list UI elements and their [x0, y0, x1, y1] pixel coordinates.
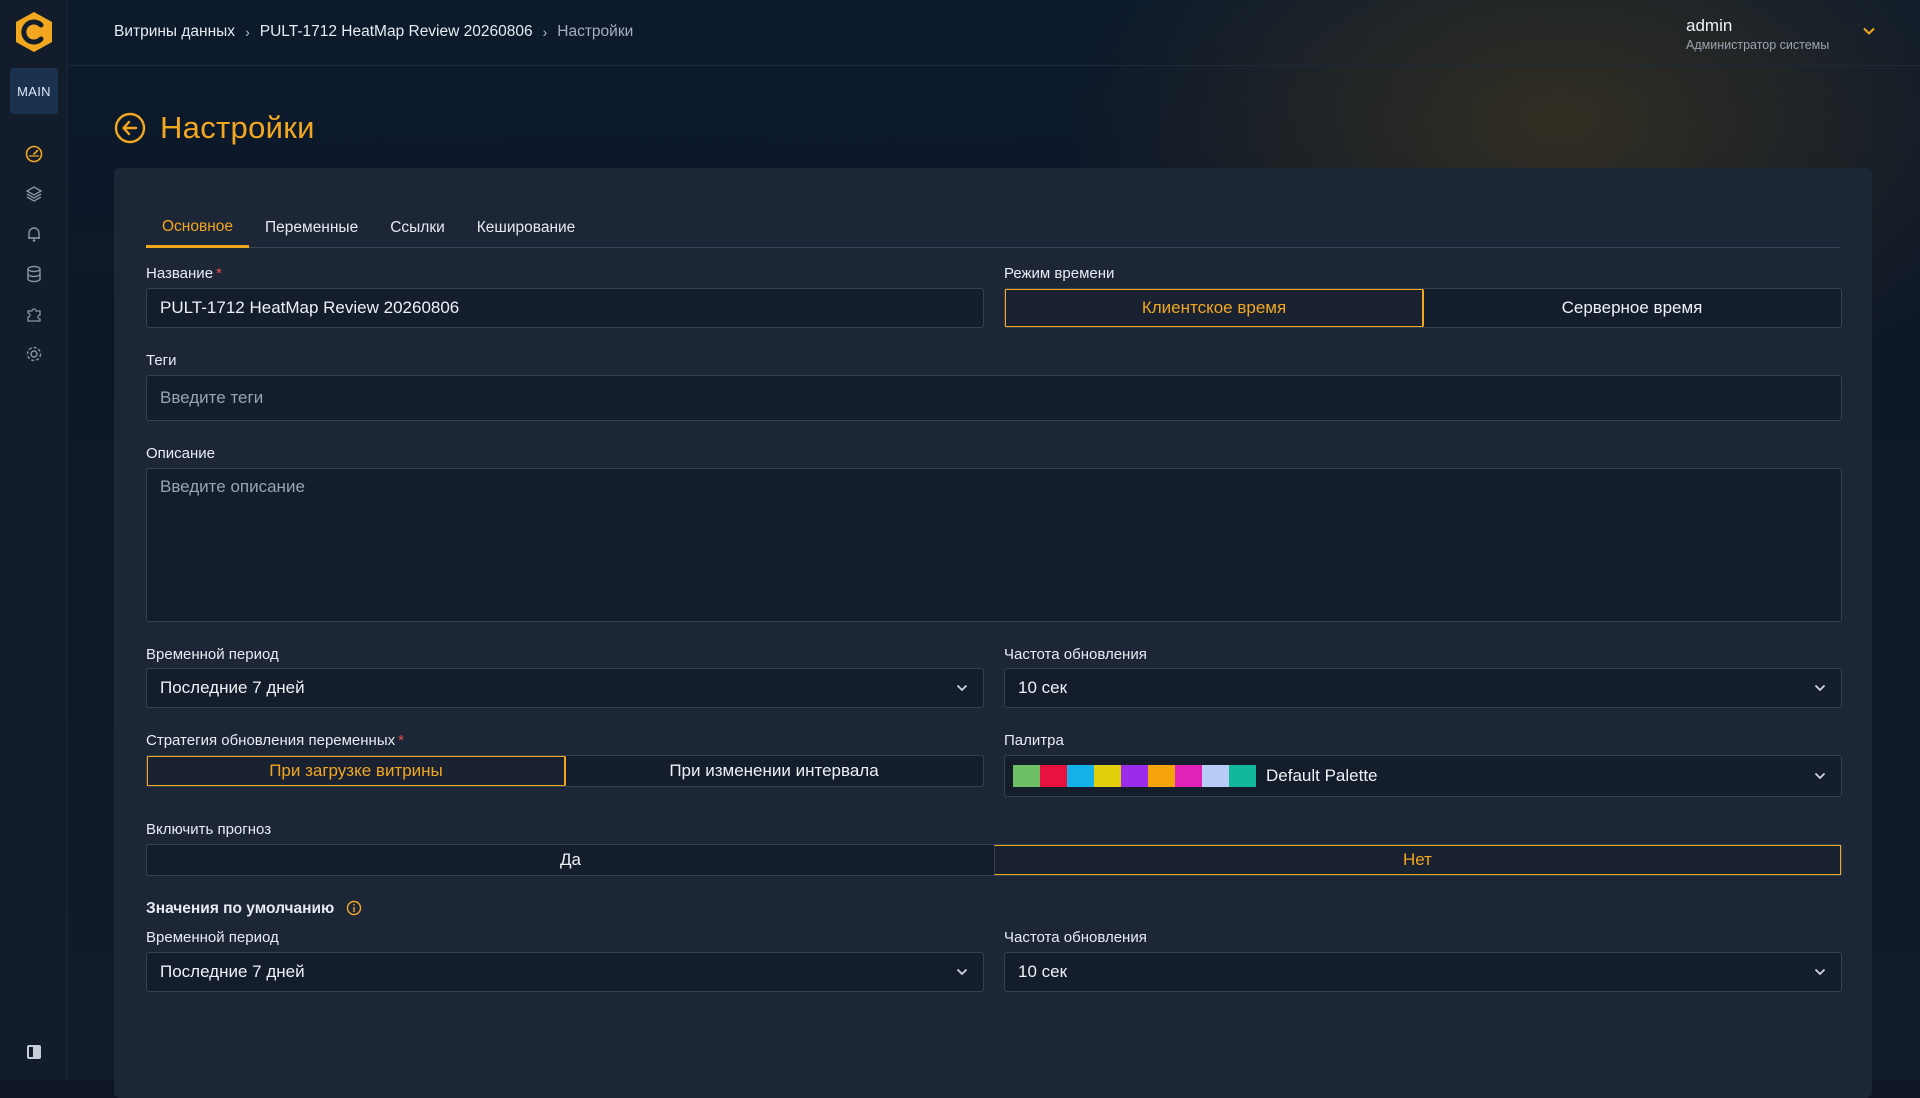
strategy-on-load[interactable]: При загрузке витрины: [147, 756, 565, 786]
app-logo[interactable]: [12, 10, 56, 54]
required-marker: *: [398, 732, 404, 749]
sidebar: MAIN: [0, 0, 68, 1080]
refresh-label: Частота обновления: [1004, 646, 1147, 663]
refresh-select-value: 10 сек: [1018, 678, 1068, 697]
forecast-no[interactable]: Нет: [994, 845, 1841, 875]
tab-links[interactable]: Ссылки: [374, 208, 461, 248]
bell-icon[interactable]: [22, 222, 46, 246]
breadcrumb-separator-icon: ›: [245, 24, 250, 40]
period-select-value: Последние 7 дней: [160, 678, 305, 697]
database-icon[interactable]: [22, 262, 46, 286]
chevron-down-icon: [1814, 968, 1826, 976]
defaults-heading: Значения по умолчанию: [146, 900, 335, 917]
period-label: Временной период: [146, 646, 279, 663]
time-mode-label: Режим времени: [1004, 265, 1115, 282]
palette-swatch: [1202, 765, 1229, 787]
description-label: Описание: [146, 445, 216, 462]
forecast-yes[interactable]: Да: [147, 845, 994, 875]
name-label: Название *: [146, 265, 222, 282]
palette-swatch: [1013, 765, 1040, 787]
time-mode-toggle: Клиентское время Серверное время: [1004, 288, 1842, 328]
default-period-value: Последние 7 дней: [160, 962, 305, 981]
forecast-toggle: Да Нет: [146, 844, 1842, 876]
user-menu[interactable]: admin Администратор системы: [1686, 16, 1876, 56]
palette-swatch: [1094, 765, 1121, 787]
default-refresh-label: Частота обновления: [1004, 929, 1147, 946]
info-icon[interactable]: [346, 900, 362, 916]
chevron-down-icon: [956, 968, 968, 976]
forecast-label: Включить прогноз: [146, 821, 272, 838]
palette-swatch: [1175, 765, 1202, 787]
breadcrumb-item-current: Настройки: [557, 23, 634, 40]
layers-icon[interactable]: [22, 182, 46, 206]
palette-swatch: [1229, 765, 1256, 787]
user-role: Администратор системы: [1686, 38, 1830, 52]
settings-panel: Основное Переменные Ссылки Кеширование Н…: [114, 168, 1872, 1098]
default-period-label: Временной период: [146, 929, 279, 946]
back-arrow-icon[interactable]: [114, 112, 146, 144]
tab-general[interactable]: Основное: [146, 208, 250, 248]
breadcrumb-separator-icon: ›: [542, 24, 548, 40]
default-refresh-select[interactable]: 10 сек: [1004, 952, 1842, 992]
chevron-down-icon[interactable]: [1862, 24, 1876, 38]
chevron-down-icon: [1814, 772, 1826, 780]
strategy-toggle: При загрузке витрины При изменении интер…: [146, 755, 984, 787]
breadcrumb: Витрины данных › PULT-1712 HeatMap Revie…: [114, 23, 633, 41]
page-title-row: Настройки: [114, 108, 315, 148]
palette-swatches: [1013, 765, 1256, 787]
puzzle-icon[interactable]: [22, 302, 46, 326]
user-name: admin: [1686, 16, 1733, 35]
palette-swatch: [1148, 765, 1175, 787]
dashboard-icon[interactable]: [22, 142, 46, 166]
page-title: Настройки: [160, 110, 315, 145]
name-input[interactable]: PULT-1712 HeatMap Review 20260806: [146, 288, 984, 328]
default-refresh-value: 10 сек: [1018, 962, 1068, 981]
time-mode-client[interactable]: Клиентское время: [1005, 289, 1423, 327]
palette-swatch: [1067, 765, 1094, 787]
tags-label: Теги: [146, 352, 177, 369]
palette-select-value: Default Palette: [1266, 766, 1378, 785]
top-header: Витрины данных › PULT-1712 HeatMap Revie…: [68, 0, 1920, 66]
name-label-text: Название: [146, 265, 214, 282]
tags-input[interactable]: Введите теги: [146, 375, 1842, 421]
description-textarea[interactable]: Введите описание: [146, 468, 1842, 622]
breadcrumb-item-dashboard[interactable]: PULT-1712 HeatMap Review 20260806: [260, 23, 533, 41]
palette-select[interactable]: Default Palette: [1004, 755, 1842, 797]
tabs: Основное Переменные Ссылки Кеширование: [146, 208, 1840, 248]
default-period-select[interactable]: Последние 7 дней: [146, 952, 984, 992]
chevron-down-icon: [1814, 684, 1826, 692]
tab-caching[interactable]: Кеширование: [461, 208, 592, 248]
period-select[interactable]: Последние 7 дней: [146, 668, 984, 708]
chevron-down-icon: [956, 684, 968, 692]
collapse-sidebar-icon[interactable]: [26, 1044, 42, 1060]
breadcrumb-item-dashboards[interactable]: Витрины данных: [114, 23, 235, 41]
refresh-select[interactable]: 10 сек: [1004, 668, 1842, 708]
palette-swatch: [1121, 765, 1148, 787]
gear-icon[interactable]: [22, 342, 46, 366]
strategy-label-text: Стратегия обновления переменных: [146, 732, 396, 749]
palette-label: Палитра: [1004, 732, 1064, 749]
tab-variables[interactable]: Переменные: [249, 208, 374, 248]
time-mode-server[interactable]: Серверное время: [1423, 289, 1841, 327]
strategy-label: Стратегия обновления переменных *: [146, 732, 404, 749]
strategy-on-interval-change[interactable]: При изменении интервала: [565, 756, 983, 786]
palette-swatch: [1040, 765, 1067, 787]
workspace-badge[interactable]: MAIN: [10, 68, 58, 114]
required-marker: *: [216, 265, 222, 282]
